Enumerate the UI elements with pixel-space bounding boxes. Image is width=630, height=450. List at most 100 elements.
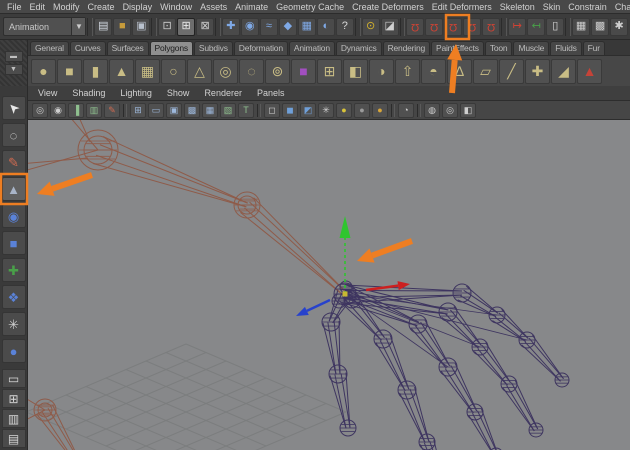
shelf-tab-curves[interactable]: Curves xyxy=(70,41,106,55)
panel-menu-shading[interactable]: Shading xyxy=(70,88,107,98)
menu-window[interactable]: Window xyxy=(158,2,194,12)
menu-display[interactable]: Display xyxy=(121,2,155,12)
shelf-tab-animation[interactable]: Animation xyxy=(289,41,335,55)
paint-select-tool[interactable]: ✎ xyxy=(2,150,26,174)
chevron-down-icon[interactable]: ▼ xyxy=(71,18,85,35)
menu-skeleton[interactable]: Skeleton xyxy=(498,2,537,12)
menu-set-selector[interactable]: Animation ▼ xyxy=(3,17,86,36)
group-separator[interactable] xyxy=(400,18,406,36)
mirror-geometry-button[interactable]: ◧ xyxy=(343,59,368,84)
menu-assets[interactable]: Assets xyxy=(198,2,229,12)
scale-tool[interactable]: ■ xyxy=(2,231,26,255)
shelf-tab-toon[interactable]: Toon xyxy=(485,41,513,55)
snap-grid-button[interactable]: Ω xyxy=(406,18,424,36)
poly-cone-button[interactable]: ▲ xyxy=(109,59,134,84)
textured-mode-button[interactable]: ◩ xyxy=(300,103,316,118)
subdiv-proxy-button[interactable]: ■ xyxy=(291,59,316,84)
select-handles-button[interactable]: ✚ xyxy=(222,18,240,36)
menu-file[interactable]: File xyxy=(5,2,24,12)
booleans-button[interactable]: ◓ xyxy=(421,59,446,84)
snap-normal-button[interactable]: Ω xyxy=(482,18,500,36)
wireframe-mode-button[interactable]: ◻ xyxy=(264,103,280,118)
lock-selection-button[interactable]: ⊙ xyxy=(362,18,380,36)
universal-manipulator-tool[interactable]: ✚ xyxy=(2,258,26,282)
quadrangulate-button[interactable]: ▱ xyxy=(473,59,498,84)
panel-menu-renderer[interactable]: Renderer xyxy=(202,88,244,98)
use-all-lights-button[interactable]: ✳ xyxy=(318,103,334,118)
group-separator[interactable] xyxy=(355,18,361,36)
safe-title-button[interactable]: T xyxy=(238,103,254,118)
single-pane-layout[interactable]: ▭ xyxy=(2,369,26,388)
shelf-tab-general[interactable]: General xyxy=(30,41,69,55)
panel-menu-view[interactable]: View xyxy=(36,88,59,98)
select-rendering-button[interactable]: ◐ xyxy=(317,18,335,36)
gate-mask-button[interactable]: ▩ xyxy=(184,103,200,118)
shaded-mode-button[interactable]: ◼ xyxy=(282,103,298,118)
field-chart-button[interactable]: ▦ xyxy=(202,103,218,118)
construction-history-button[interactable]: ▯ xyxy=(546,18,564,36)
bookmark-button[interactable]: ▐ xyxy=(68,103,84,118)
highlight-selection-button[interactable]: ◪ xyxy=(381,18,399,36)
snap-point-button[interactable]: Ω xyxy=(444,18,462,36)
image-plane-button[interactable]: ▥ xyxy=(86,103,102,118)
menu-create-deformers[interactable]: Create Deformers xyxy=(350,2,426,12)
no-lights-button[interactable]: ● xyxy=(354,103,370,118)
select-component-button[interactable]: ⊠ xyxy=(196,18,214,36)
menu-create[interactable]: Create xyxy=(86,2,117,12)
extrude-button[interactable]: ⇧ xyxy=(395,59,420,84)
render-frame-button[interactable]: ▦ xyxy=(572,18,590,36)
sculpt-geometry-button[interactable]: ▲ xyxy=(577,59,602,84)
xray-button[interactable]: ◍ xyxy=(424,103,440,118)
append-polygon-button[interactable]: ✚ xyxy=(525,59,550,84)
lasso-tool[interactable]: ◌ xyxy=(2,123,26,147)
view-compass-button[interactable]: ◎ xyxy=(32,103,48,118)
menu-skin[interactable]: Skin xyxy=(541,2,563,12)
combine-button[interactable]: ⊞ xyxy=(317,59,342,84)
save-scene-button[interactable]: ▣ xyxy=(132,18,150,36)
triangulate-button[interactable]: ∆ xyxy=(447,59,472,84)
default-light-button[interactable]: ● xyxy=(336,103,352,118)
panel-menu-lighting[interactable]: Lighting xyxy=(118,88,154,98)
shelf-tab-deformation[interactable]: Deformation xyxy=(234,41,288,55)
poly-pyramid-button[interactable]: △ xyxy=(187,59,212,84)
film-gate-button[interactable]: ▭ xyxy=(148,103,164,118)
select-deformations-button[interactable]: ▦ xyxy=(298,18,316,36)
select-hierarchy-button[interactable]: ⊡ xyxy=(158,18,176,36)
ipr-render-button[interactable]: ▩ xyxy=(591,18,609,36)
persp-graph-layout[interactable]: ▤ xyxy=(2,429,26,448)
menu-edit-deformers[interactable]: Edit Deformers xyxy=(430,2,494,12)
perspective-viewport[interactable] xyxy=(28,120,630,450)
bevel-button[interactable]: ◢ xyxy=(551,59,576,84)
move-tool[interactable]: ▲ xyxy=(2,177,26,201)
smooth-button[interactable]: ◑ xyxy=(369,59,394,84)
backface-button[interactable]: ◧ xyxy=(460,103,476,118)
last-tool-used[interactable]: ● xyxy=(2,339,26,363)
group-separator[interactable] xyxy=(215,18,221,36)
viewport-canvas[interactable] xyxy=(28,120,630,450)
rotate-tool[interactable]: ◉ xyxy=(2,204,26,228)
four-pane-layout[interactable]: ⊞ xyxy=(2,389,26,408)
poly-torus-button[interactable]: ○ xyxy=(161,59,186,84)
poly-cube-button[interactable]: ■ xyxy=(57,59,82,84)
menu-character[interactable]: Character xyxy=(613,2,630,12)
isolate-select-button[interactable]: ◔ xyxy=(398,103,414,118)
select-joints-button[interactable]: ◉ xyxy=(241,18,259,36)
menu-edit[interactable]: Edit xyxy=(28,2,48,12)
snap-surface-button[interactable]: Ω xyxy=(463,18,481,36)
group-separator[interactable] xyxy=(151,18,157,36)
poly-plane-button[interactable]: ▦ xyxy=(135,59,160,84)
select-object-button[interactable]: ⊞ xyxy=(177,18,195,36)
resolution-gate-button[interactable]: ▣ xyxy=(166,103,182,118)
shelf-tab-surfaces[interactable]: Surfaces xyxy=(107,41,149,55)
two-lights-button[interactable]: ● xyxy=(372,103,388,118)
shelf-tab-polygons[interactable]: Polygons xyxy=(150,41,193,55)
output-connections-button[interactable]: ↤ xyxy=(527,18,545,36)
render-settings-button[interactable]: ✱ xyxy=(610,18,628,36)
shelf-tab-rendering[interactable]: Rendering xyxy=(383,41,430,55)
persp-outliner-layout[interactable]: ▥ xyxy=(2,409,26,428)
menu-geometry-cache[interactable]: Geometry Cache xyxy=(274,2,346,12)
group-separator[interactable] xyxy=(501,18,507,36)
shelf-tab-fluids[interactable]: Fluids xyxy=(550,41,581,55)
menu-constrain[interactable]: Constrain xyxy=(566,2,609,12)
soft-modification-tool[interactable]: ❖ xyxy=(2,285,26,309)
